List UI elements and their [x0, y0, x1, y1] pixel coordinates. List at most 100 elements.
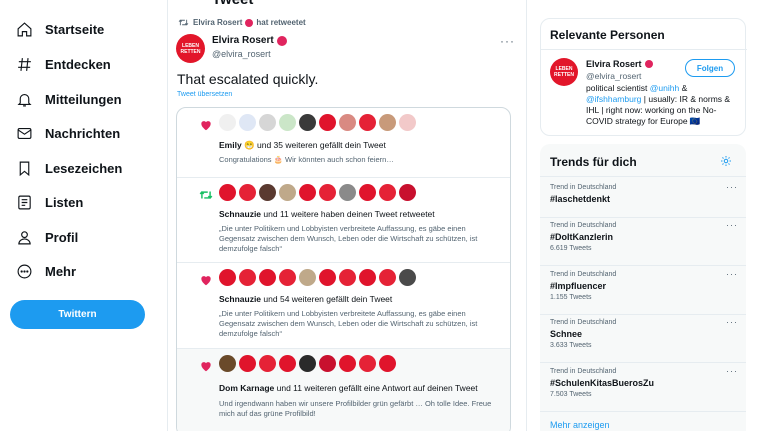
user-avatar[interactable] — [339, 355, 356, 372]
user-avatar[interactable] — [279, 269, 296, 286]
user-avatar[interactable] — [319, 355, 336, 372]
nav-label: Nachrichten — [45, 125, 121, 141]
gear-icon[interactable] — [720, 155, 732, 167]
trend-item[interactable]: Trend in Deutschland #DoItKanzlerin 6.61… — [550, 222, 740, 252]
nav-label: Profil — [45, 229, 79, 245]
user-avatar[interactable] — [239, 184, 256, 201]
user-avatar[interactable] — [339, 114, 356, 131]
user-avatar[interactable] — [379, 269, 396, 286]
person-avatar[interactable]: LEBEN RETTEN — [550, 58, 578, 86]
person-handle[interactable]: @elvira_rosert — [586, 71, 641, 81]
user-avatar[interactable] — [359, 184, 376, 201]
user-avatar[interactable] — [259, 355, 276, 372]
user-avatar[interactable] — [299, 114, 316, 131]
more-options-icon[interactable]: ··· — [726, 182, 738, 192]
more-options-icon[interactable]: ··· — [726, 220, 738, 230]
relevant-people-panel: Relevante Personen LEBEN RETTEN Elvira R… — [540, 18, 747, 136]
user-avatar[interactable] — [339, 269, 356, 286]
user-avatar[interactable] — [279, 184, 296, 201]
trend-context: Trend in Deutschland — [550, 184, 617, 191]
user-avatar[interactable] — [239, 269, 256, 286]
more-options-icon[interactable]: ··· — [500, 34, 515, 48]
user-avatar[interactable] — [219, 269, 236, 286]
user-avatar[interactable] — [299, 269, 316, 286]
retweet-icon — [178, 19, 189, 26]
bio-mention-link[interactable]: @ifshhamburg — [586, 94, 641, 104]
trend-item[interactable]: Trend in Deutschland #laschetdenkt — [550, 184, 740, 204]
user-avatar[interactable] — [359, 269, 376, 286]
user-avatar[interactable] — [319, 184, 336, 201]
avatar-row — [219, 269, 416, 286]
user-avatar[interactable] — [399, 114, 416, 131]
nav-item-explore[interactable]: Entdecken — [16, 52, 111, 76]
divider — [540, 265, 746, 266]
user-avatar[interactable] — [259, 114, 276, 131]
nav-item-notifications[interactable]: Mitteilungen — [16, 87, 122, 111]
nav-item-bookmarks[interactable]: Lesezeichen — [16, 156, 122, 180]
author-handle[interactable]: @elvira_rosert — [212, 49, 271, 59]
divider — [540, 217, 746, 218]
notification-item[interactable]: Dom Karnage und 11 weiteren gefällt eine… — [177, 349, 510, 431]
nav-item-lists[interactable]: Listen — [16, 190, 83, 214]
nav-item-more[interactable]: Mehr — [16, 259, 76, 283]
nav-item-profile[interactable]: Profil — [16, 225, 78, 249]
user-avatar[interactable] — [399, 184, 416, 201]
more-options-icon[interactable]: ··· — [726, 366, 738, 376]
author-avatar[interactable]: LEBEN RETTEN — [176, 34, 205, 63]
trend-count: 6.619 Tweets — [550, 245, 592, 252]
actor-name: Emily — [219, 140, 242, 150]
show-more-link[interactable]: Mehr anzeigen — [550, 420, 610, 430]
trend-item[interactable]: Trend in Deutschland #Impfluencer 1.155 … — [550, 271, 740, 301]
notification-body: Und irgendwann haben wir unsere Profilbi… — [219, 399, 492, 418]
tweet-text: That escalated quickly. — [177, 71, 319, 87]
retweeter-name[interactable]: Elvira Rosert — [193, 18, 242, 27]
translate-link[interactable]: Tweet übersetzen — [177, 91, 232, 98]
more-circle-icon — [17, 264, 32, 278]
user-avatar[interactable] — [279, 114, 296, 131]
user-avatar[interactable] — [399, 269, 416, 286]
more-options-icon[interactable]: ··· — [726, 269, 738, 279]
twitter-app: Startseite Entdecken Mitteilungen Nachri… — [0, 0, 768, 431]
user-avatar[interactable] — [259, 269, 276, 286]
bio-text: political scientist — [586, 83, 648, 93]
home-icon — [17, 21, 32, 36]
user-avatar[interactable] — [319, 269, 336, 286]
user-avatar[interactable] — [359, 114, 376, 131]
divider — [540, 362, 746, 363]
user-avatar[interactable] — [299, 184, 316, 201]
user-avatar[interactable] — [219, 355, 236, 372]
user-avatar[interactable] — [319, 114, 336, 131]
actor-name: Schnauzie — [219, 294, 262, 304]
bookmark-icon — [19, 161, 30, 176]
nav-label: Startseite — [45, 21, 105, 37]
user-avatar[interactable] — [379, 184, 396, 201]
nav-item-messages[interactable]: Nachrichten — [16, 121, 120, 145]
trend-item[interactable]: Trend in Deutschland Schnee 3.633 Tweets — [550, 319, 740, 349]
user-avatar[interactable] — [379, 114, 396, 131]
user-avatar[interactable] — [299, 355, 316, 372]
tweet-button[interactable]: Twittern — [10, 300, 145, 329]
user-avatar[interactable] — [279, 355, 296, 372]
user-avatar[interactable] — [339, 184, 356, 201]
person-name[interactable]: Elvira Rosert — [586, 59, 656, 69]
bio-mention-link[interactable]: @unihh — [650, 83, 679, 93]
user-avatar[interactable] — [219, 114, 236, 131]
user-avatar[interactable] — [219, 184, 236, 201]
more-options-icon[interactable]: ··· — [726, 317, 738, 327]
nav-item-home[interactable]: Startseite — [16, 17, 104, 41]
follow-button[interactable]: Folgen — [685, 59, 735, 77]
author-name[interactable]: Elvira Rosert — [212, 35, 290, 46]
user-avatar[interactable] — [239, 355, 256, 372]
user-avatar[interactable] — [259, 184, 276, 201]
user-avatar[interactable] — [239, 114, 256, 131]
user-avatar[interactable] — [379, 355, 396, 372]
notification-text: und 11 weiteren gefällt eine Antwort auf… — [276, 383, 478, 393]
notification-item[interactable]: Schnauzie und 54 weiteren gefällt dein T… — [177, 263, 510, 349]
tweet-media-card[interactable]: Emily 😁 und 35 weiteren gefällt dein Twe… — [176, 107, 511, 431]
user-avatar[interactable] — [359, 355, 376, 372]
divider — [540, 411, 746, 412]
notification-item[interactable]: Schnauzie und 11 weitere haben deinen Tw… — [177, 178, 510, 263]
trend-name: Schnee — [550, 329, 583, 339]
trend-item[interactable]: Trend in Deutschland #SchulenKitasBueros… — [550, 368, 740, 398]
notification-item[interactable]: Emily 😁 und 35 weiteren gefällt dein Twe… — [177, 108, 510, 178]
